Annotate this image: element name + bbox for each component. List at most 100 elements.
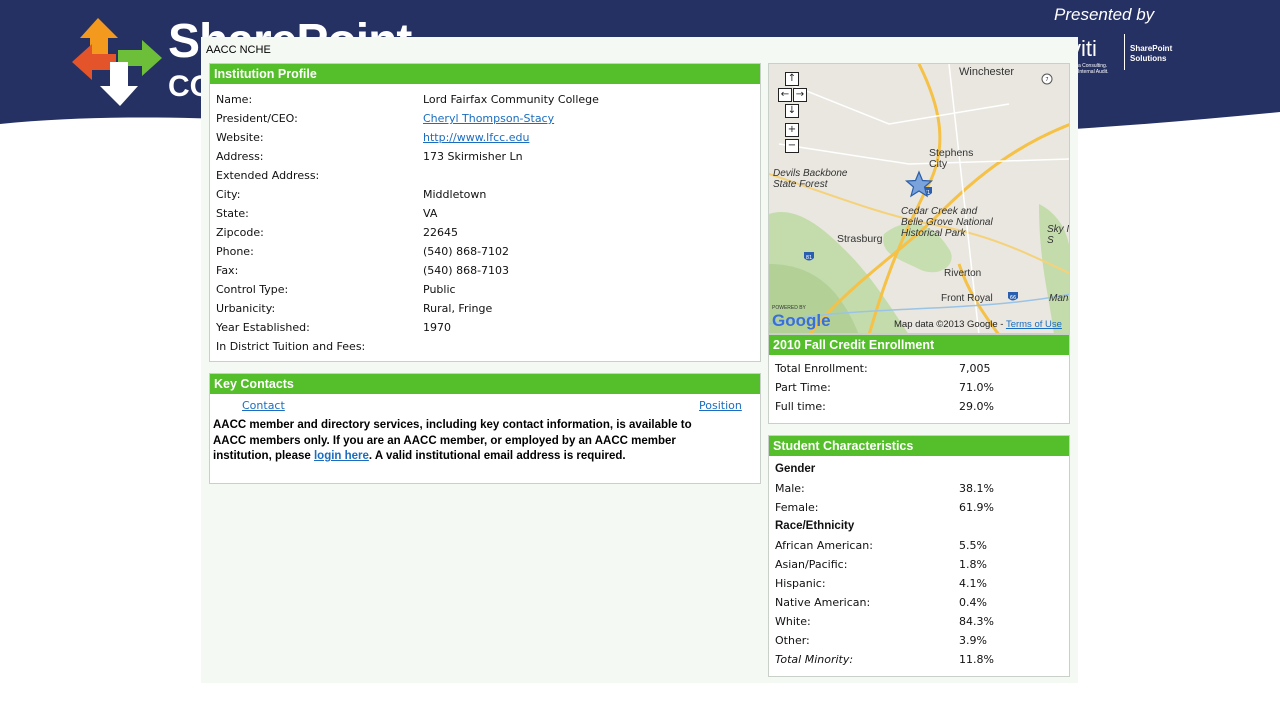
- row-value: Rural, Fringe: [423, 302, 493, 315]
- row-label: Total Minority:: [775, 653, 854, 666]
- row-label: President/CEO:: [216, 112, 298, 125]
- member-only-notice: AACC member and directory services, incl…: [213, 418, 693, 465]
- route-shield-text: 81: [806, 255, 812, 261]
- enrollment-header: 2010 Fall Credit Enrollment: [769, 335, 1069, 355]
- map-copyright: Map data ©2013 Google - Terms of Use: [894, 319, 1062, 330]
- map-zoom-in-icon[interactable]: +: [785, 123, 799, 137]
- row-label: Fax:: [216, 264, 239, 277]
- row-value-link[interactable]: http://www.lfcc.edu: [423, 128, 529, 147]
- row-value: 29.0%: [959, 400, 994, 413]
- row-value: 7,005: [959, 362, 991, 375]
- login-link[interactable]: login here: [314, 450, 369, 462]
- map-pan-up-icon[interactable]: ↑: [785, 72, 799, 86]
- row-value: 11.8%: [959, 653, 994, 666]
- slide: SharePoint CO Presented by viti SharePoi…: [0, 0, 1280, 720]
- row-value: 22645: [423, 226, 458, 239]
- route-shield-text: 7: [1045, 77, 1048, 83]
- map-pan-left-icon[interactable]: ←: [778, 88, 792, 102]
- map-zoom-out-icon[interactable]: −: [785, 139, 799, 153]
- sponsor-small-text: a Consulting. Internal Audit.: [1078, 63, 1109, 75]
- map-pan-down-icon[interactable]: ↓: [785, 104, 799, 118]
- map-label-manassas: Mana: [1049, 293, 1069, 304]
- row-value: 84.3%: [959, 615, 994, 628]
- row-label: Zipcode:: [216, 226, 264, 239]
- map-label-stephens-city: Stephens City: [929, 147, 974, 170]
- row-label: Hispanic:: [775, 577, 826, 590]
- row-value: Public: [423, 283, 456, 296]
- google-logo-text: Google: [772, 311, 831, 330]
- row-label: State:: [216, 207, 249, 220]
- row-value: Middletown: [423, 188, 487, 201]
- row-label: Female:: [775, 501, 819, 514]
- route-7-shield-icon: 7: [1041, 73, 1053, 85]
- map-label-sky-meadows: Sky M S: [1047, 224, 1069, 246]
- map-pan-right-icon[interactable]: →: [793, 88, 807, 102]
- window-title: AACC NCHE: [206, 44, 271, 56]
- row-value: (540) 868-7103: [423, 264, 510, 277]
- row-label: Part Time:: [775, 381, 831, 394]
- row-label: City:: [216, 188, 241, 201]
- row-label: African American:: [775, 539, 873, 552]
- row-label: Control Type:: [216, 283, 289, 296]
- row-label: Website:: [216, 131, 264, 144]
- sponsor-divider: [1124, 34, 1125, 70]
- map-label-front-royal: Front Royal: [941, 293, 993, 304]
- row-label: In District Tuition and Fees:: [216, 340, 366, 353]
- row-label: Native American:: [775, 596, 871, 609]
- row-value: 71.0%: [959, 381, 994, 394]
- sponsor-tagline: SharePoint Solutions: [1130, 44, 1173, 63]
- row-value: 173 Skirmisher Ln: [423, 150, 523, 163]
- row-label: Total Enrollment:: [775, 362, 868, 375]
- row-value-link[interactable]: Cheryl Thompson-Stacy: [423, 109, 554, 128]
- row-label: Urbanicity:: [216, 302, 276, 315]
- key-contacts-panel: Key Contacts Contact Position AACC membe…: [209, 373, 761, 484]
- row-value: 3.9%: [959, 634, 987, 647]
- gender-section-title: Gender: [775, 463, 816, 475]
- contact-column-header[interactable]: Contact: [242, 399, 285, 412]
- row-value: VA: [423, 207, 438, 220]
- location-star-marker-icon[interactable]: [905, 170, 933, 198]
- route-81-shield-south-icon: 81: [804, 252, 814, 261]
- row-label: Asian/Pacific:: [775, 558, 848, 571]
- row-value: (540) 868-7102: [423, 245, 510, 258]
- conference-logo-icon: [72, 18, 162, 106]
- row-label: Year Established:: [216, 321, 310, 334]
- location-map[interactable]: Winchester Stephens City Devils Backbone…: [768, 63, 1070, 334]
- map-terrain: [769, 64, 1069, 333]
- route-shield-text: 66: [1010, 295, 1016, 301]
- map-label-winchester: Winchester: [959, 66, 1015, 78]
- row-label: Phone:: [216, 245, 254, 258]
- row-label: Other:: [775, 634, 810, 647]
- row-value: 61.9%: [959, 501, 994, 514]
- row-value: 0.4%: [959, 596, 987, 609]
- student-characteristics-panel: Student Characteristics Gender Male: 38.1%…: [768, 435, 1070, 677]
- row-value: 4.1%: [959, 577, 987, 590]
- row-label: White:: [775, 615, 811, 628]
- presented-by-label: Presented by: [1054, 5, 1155, 24]
- map-label-riverton: Riverton: [944, 268, 982, 279]
- map-label-strasburg: Strasburg: [837, 233, 883, 245]
- position-column-header[interactable]: Position: [699, 399, 742, 412]
- google-logo: Google: [772, 311, 831, 331]
- row-label: Male:: [775, 482, 805, 495]
- institution-profile-panel: Institution Profile Name: Lord Fairfax Co…: [209, 63, 761, 362]
- row-value: Lord Fairfax Community College: [423, 93, 599, 106]
- row-label: Extended Address:: [216, 169, 320, 182]
- row-value: 1970: [423, 321, 451, 334]
- row-label: Address:: [216, 150, 264, 163]
- map-label-cedar-creek: Cedar Creek and Belle Grove National His…: [901, 206, 993, 239]
- row-value: 5.5%: [959, 539, 987, 552]
- institution-profile-header: Institution Profile: [210, 64, 760, 84]
- terms-of-use-link[interactable]: Terms of Use: [1006, 319, 1062, 330]
- institution-window: AACC NCHE Institution Profile Name: Lord …: [201, 37, 1078, 683]
- row-value: 38.1%: [959, 482, 994, 495]
- student-characteristics-header: Student Characteristics: [769, 436, 1069, 456]
- map-label-devils-backbone: Devils Backbone State Forest: [773, 168, 848, 190]
- map-data-text: Map data ©2013 Google -: [894, 319, 1006, 330]
- row-value: 1.8%: [959, 558, 987, 571]
- enrollment-panel: 2010 Fall Credit Enrollment Total Enroll…: [768, 334, 1070, 424]
- row-label: Full time:: [775, 400, 826, 413]
- row-label: Name:: [216, 93, 253, 106]
- route-66-shield-icon: 66: [1008, 292, 1018, 301]
- race-section-title: Race/Ethnicity: [775, 520, 855, 532]
